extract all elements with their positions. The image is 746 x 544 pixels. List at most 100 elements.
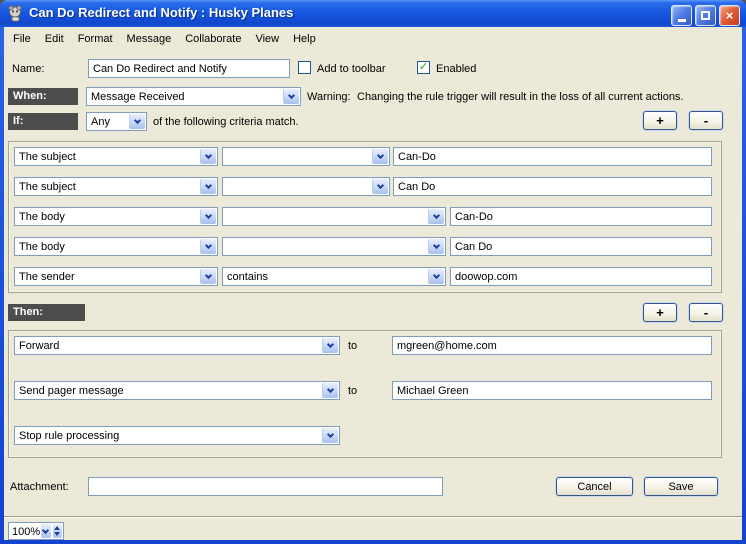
criteria-value-input[interactable]: Can-Do	[393, 147, 712, 166]
criteria-value-input[interactable]: Can Do	[393, 177, 712, 196]
combo-value	[223, 148, 371, 165]
remove-action-button[interactable]: -	[689, 303, 723, 322]
name-input[interactable]: Can Do Redirect and Notify	[88, 59, 290, 78]
combo-value	[223, 208, 427, 225]
app-icon	[7, 5, 24, 22]
chevron-down-icon	[200, 179, 216, 194]
chevron-down-icon	[283, 89, 299, 104]
menu-format[interactable]: Format	[71, 31, 120, 48]
combo-value	[223, 178, 371, 195]
action-target-input[interactable]: mgreen@home.com	[392, 336, 712, 355]
combo-value: The subject	[15, 178, 199, 195]
match-mode-select[interactable]: Any	[86, 112, 147, 131]
maximize-button[interactable]	[695, 5, 716, 26]
trigger-select[interactable]: Message Received	[86, 87, 301, 106]
enabled-label: Enabled	[436, 63, 476, 75]
chevron-down-icon	[200, 149, 216, 164]
menu-edit[interactable]: Edit	[38, 31, 71, 48]
window-title: Can Do Redirect and Notify : Husky Plane…	[29, 5, 293, 20]
combo-value: Forward	[15, 337, 321, 354]
minimize-button[interactable]	[671, 5, 692, 26]
chevron-down-icon	[372, 149, 388, 164]
add-to-toolbar-label: Add to toolbar	[317, 63, 386, 75]
action-target-input[interactable]: Michael Green	[392, 381, 712, 400]
chevron-down-icon	[372, 179, 388, 194]
combo-value: The sender	[15, 268, 199, 285]
chevron-down-icon	[428, 209, 444, 224]
combo-value: The body	[15, 208, 199, 225]
then-section-label: Then:	[8, 304, 85, 321]
criteria-value-input[interactable]: Can Do	[450, 237, 712, 256]
criteria-operator-select[interactable]	[222, 177, 390, 196]
spinner-down-icon	[54, 532, 60, 536]
minimize-icon	[678, 19, 686, 22]
menu-view[interactable]: View	[248, 31, 286, 48]
criteria-operator-select[interactable]	[222, 237, 446, 256]
criteria-field-select[interactable]: The body	[14, 237, 218, 256]
rule-editor-window: Can Do Redirect and Notify : Husky Plane…	[0, 0, 746, 544]
zoom-spinner[interactable]	[53, 524, 62, 538]
combo-value	[223, 238, 427, 255]
close-icon: ×	[726, 9, 734, 22]
add-action-button[interactable]: +	[643, 303, 677, 322]
criteria-operator-select[interactable]	[222, 147, 390, 166]
chevron-down-icon	[428, 269, 444, 284]
chevron-down-icon	[322, 428, 338, 443]
warning-text: Changing the rule trigger will result in…	[357, 91, 684, 103]
checkmark-icon: ✓	[419, 62, 428, 73]
criteria-match-text: of the following criteria match.	[153, 116, 299, 128]
combo-value: Message Received	[87, 88, 282, 105]
to-label: to	[348, 340, 357, 352]
criteria-value-input[interactable]: Can-Do	[450, 207, 712, 226]
menu-collaborate[interactable]: Collaborate	[178, 31, 248, 48]
combo-value: Send pager message	[15, 382, 321, 399]
when-section-label: When:	[8, 88, 78, 105]
chevron-down-icon	[322, 383, 338, 398]
menu-help[interactable]: Help	[286, 31, 323, 48]
chevron-down-icon	[322, 338, 338, 353]
add-criterion-button[interactable]: +	[643, 111, 677, 130]
combo-value: The subject	[15, 148, 199, 165]
attachment-label: Attachment:	[10, 481, 69, 493]
zoom-select[interactable]: 100%	[8, 522, 64, 540]
criteria-operator-select[interactable]: contains	[222, 267, 446, 286]
criteria-field-select[interactable]: The subject	[14, 147, 218, 166]
menu-file[interactable]: File	[6, 31, 38, 48]
close-button[interactable]: ×	[719, 5, 740, 26]
attachment-input[interactable]	[88, 477, 443, 496]
chevron-down-icon	[428, 239, 444, 254]
combo-value: Any	[87, 113, 128, 130]
criteria-field-select[interactable]: The sender	[14, 267, 218, 286]
titlebar[interactable]: Can Do Redirect and Notify : Husky Plane…	[0, 0, 746, 27]
combo-value: contains	[223, 268, 427, 285]
criteria-value-input[interactable]: doowop.com	[450, 267, 712, 286]
chevron-down-icon[interactable]	[41, 524, 50, 538]
statusbar-divider	[4, 516, 742, 518]
action-select[interactable]: Stop rule processing	[14, 426, 340, 445]
combo-value: The body	[15, 238, 199, 255]
save-button[interactable]: Save	[644, 477, 718, 496]
chevron-down-icon	[200, 209, 216, 224]
warning-label: Warning:	[307, 91, 351, 103]
menu-bar: File Edit Format Message Collaborate Vie…	[6, 31, 323, 48]
zoom-value: 100%	[9, 523, 40, 539]
remove-criterion-button[interactable]: -	[689, 111, 723, 130]
chevron-down-icon	[200, 239, 216, 254]
criteria-field-select[interactable]: The body	[14, 207, 218, 226]
action-select[interactable]: Forward	[14, 336, 340, 355]
combo-value: Stop rule processing	[15, 427, 321, 444]
criteria-operator-select[interactable]	[222, 207, 446, 226]
action-select[interactable]: Send pager message	[14, 381, 340, 400]
chevron-down-icon	[129, 114, 145, 129]
cancel-button[interactable]: Cancel	[556, 477, 633, 496]
maximize-icon	[701, 11, 710, 20]
criteria-field-select[interactable]: The subject	[14, 177, 218, 196]
chevron-down-icon	[200, 269, 216, 284]
to-label: to	[348, 385, 357, 397]
if-section-label: If:	[8, 113, 78, 130]
name-label: Name:	[12, 63, 44, 75]
spinner-up-icon	[54, 526, 60, 530]
enabled-checkbox[interactable]: ✓	[417, 61, 430, 74]
add-to-toolbar-checkbox[interactable]: ✓	[298, 61, 311, 74]
menu-message[interactable]: Message	[120, 31, 179, 48]
